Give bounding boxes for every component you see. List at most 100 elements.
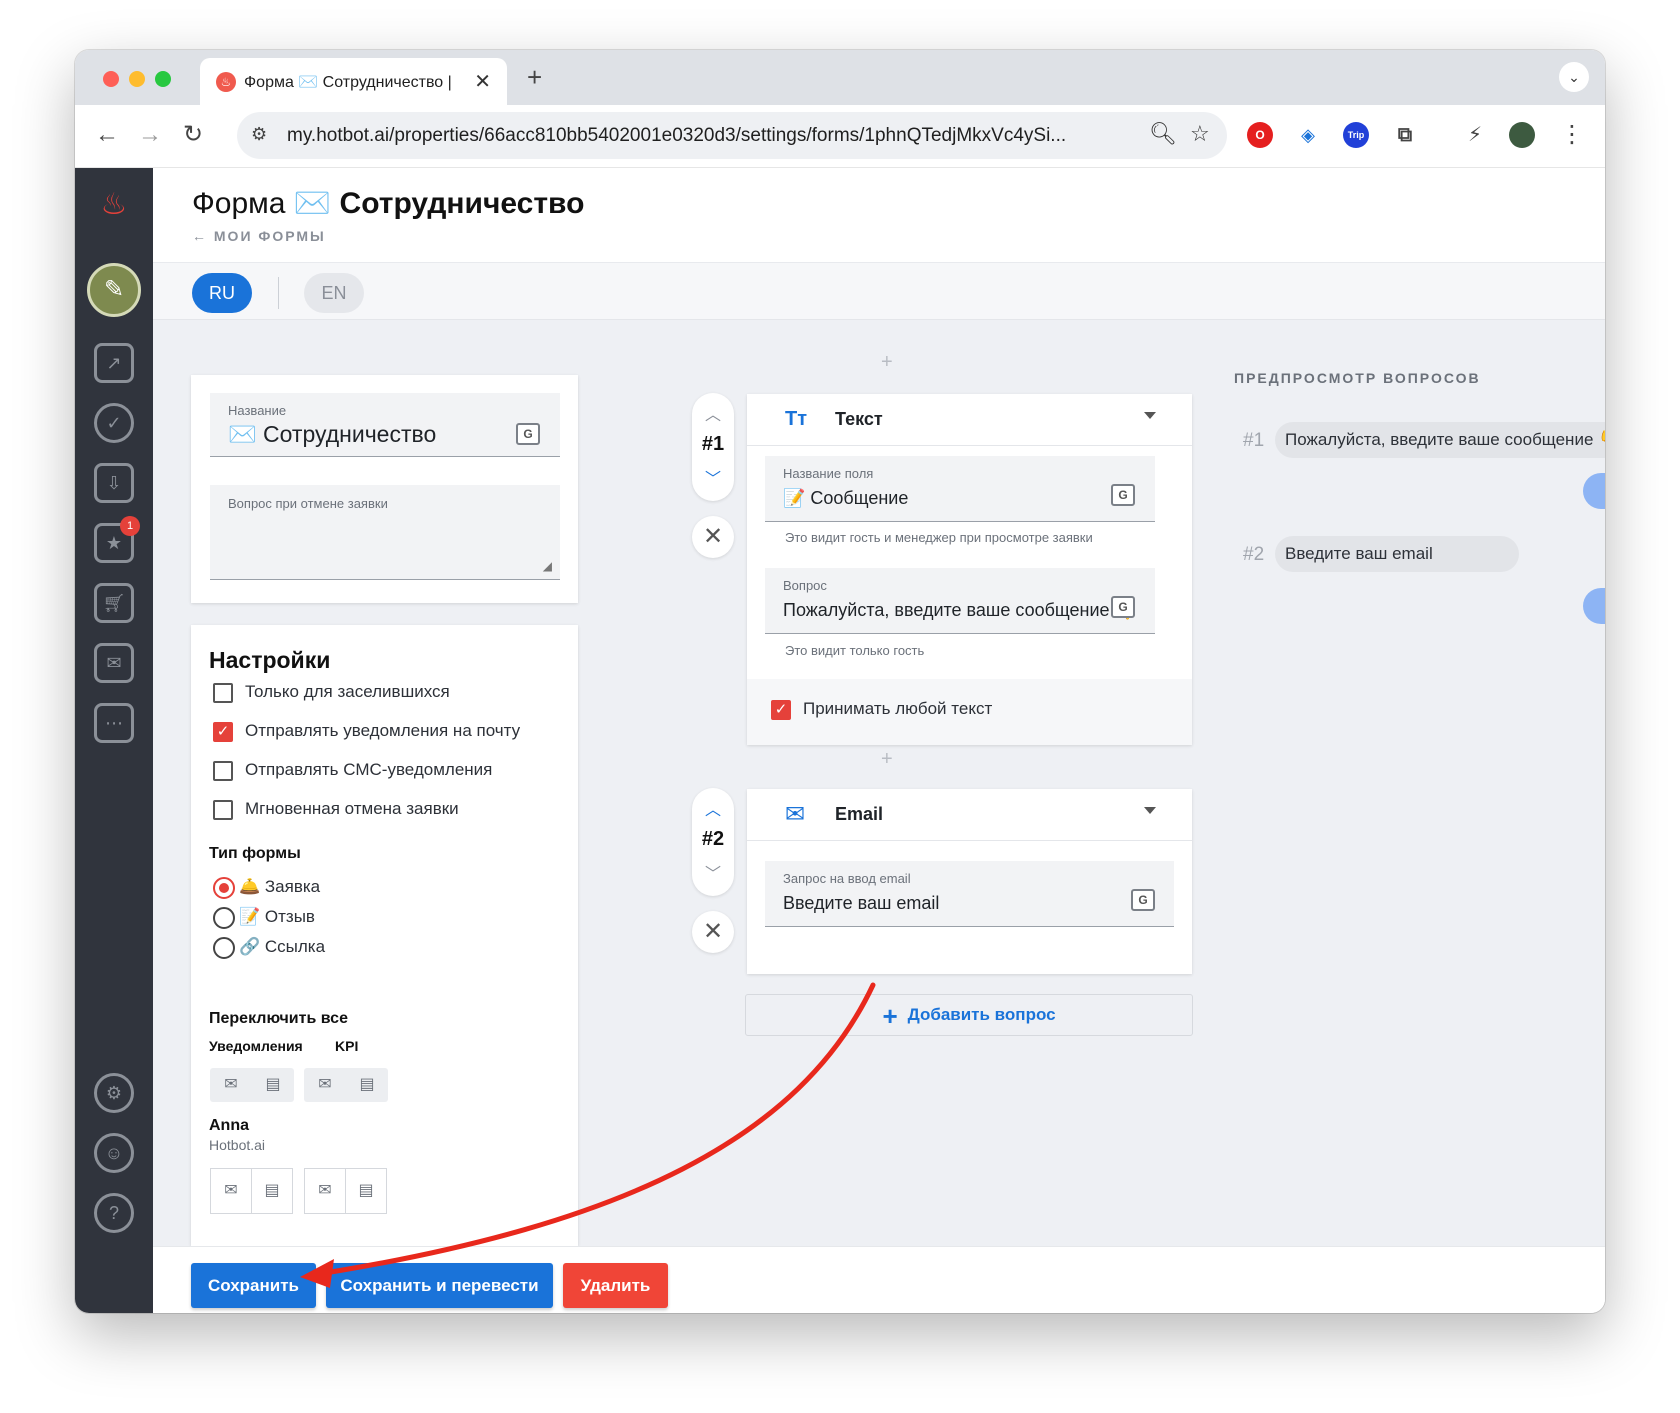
page-title-prefix: Форма ✉️ (192, 187, 332, 220)
opera-extension-icon[interactable]: O (1247, 122, 1273, 148)
dropdown-caret-icon[interactable] (1144, 412, 1156, 419)
question-1-order-control: ︿ #1 ﹀ (692, 393, 734, 501)
browser-tab[interactable]: ♨ Форма ✉️ Сотрудничество | ✕ (200, 58, 507, 105)
preview-more-button[interactable]: ⋯ (1583, 588, 1605, 624)
preview-more-button[interactable]: ⋯ (1583, 473, 1605, 509)
save-button[interactable]: Сохранить (191, 1263, 316, 1308)
dropdown-caret-icon[interactable] (1144, 807, 1156, 814)
checkbox-box-checked[interactable]: ✓ (213, 722, 233, 742)
chat-toggle-icon[interactable]: ▤ (348, 1072, 386, 1098)
inbox-icon[interactable]: ⇩ (94, 463, 134, 503)
insert-question-plus[interactable]: + (881, 748, 893, 771)
chat-toggle-icon[interactable]: ▤ (251, 1168, 293, 1214)
save-and-translate-button[interactable]: Сохранить и перевести (326, 1263, 553, 1308)
resize-handle-icon[interactable]: ◢ (543, 559, 552, 573)
back-icon[interactable]: ← (95, 121, 119, 149)
text-type-icon: Tт (785, 408, 808, 430)
user-notifications-toggles: ✉ ▤ (210, 1168, 294, 1214)
settings-gear-icon[interactable]: ⚙ (94, 1073, 134, 1113)
delete-form-button[interactable]: Удалить (563, 1263, 668, 1308)
mail-toggle-icon[interactable]: ✉ (304, 1168, 346, 1214)
preview-title: ПРЕДПРОСМОТР ВОПРОСОВ (1234, 370, 1481, 386)
tab-close-icon[interactable]: ✕ (474, 69, 491, 94)
question-text-value[interactable]: Пожалуйста, введите ваше сообщение 👇 (783, 600, 1137, 621)
user-name: Anna (209, 1117, 249, 1134)
email-prompt-input[interactable]: Запрос на ввод email Введите ваш email G (765, 861, 1174, 927)
browser-window: ♨ Форма ✉️ Сотрудничество | ✕ + ⌄ ← → ↻ … (75, 50, 1605, 1313)
plus-icon: + (882, 1000, 898, 1031)
chat-toggle-icon[interactable]: ▤ (345, 1168, 387, 1214)
delete-question-2-icon[interactable]: ✕ (692, 911, 734, 953)
help-icon[interactable]: ? (94, 1193, 134, 1233)
performance-icon[interactable]: ⚡︎ (1462, 122, 1488, 148)
question-type-header[interactable]: ✉ Email (747, 789, 1192, 841)
lang-divider (278, 277, 279, 309)
question-type-header[interactable]: Tт Текст (747, 394, 1192, 446)
lang-en-button[interactable]: EN (304, 273, 364, 313)
user-icon[interactable]: ☺ (94, 1133, 134, 1173)
radio-label: 🔗 Ссылка (239, 937, 326, 956)
extensions-puzzle-icon[interactable]: ⧉ (1392, 122, 1418, 148)
forward-icon[interactable]: → (138, 121, 162, 149)
radio-label: 📝 Отзыв (239, 907, 315, 926)
radio-button-selected[interactable] (213, 877, 235, 899)
new-tab-button[interactable]: + (527, 62, 542, 93)
form-name-label: Название (228, 403, 287, 418)
mail-toggle-icon[interactable]: ✉ (210, 1168, 252, 1214)
question-text-input[interactable]: Вопрос Пожалуйста, введите ваше сообщени… (765, 568, 1155, 634)
page-title-name: Сотрудничество (339, 187, 585, 220)
translate-icon[interactable]: G (516, 423, 540, 445)
translate-icon[interactable]: G (1111, 484, 1135, 506)
move-down-icon[interactable]: ﹀ (692, 465, 734, 489)
mail-toggle-icon[interactable]: ✉ (306, 1072, 344, 1098)
close-window-button[interactable] (103, 71, 119, 87)
lang-ru-button[interactable]: RU (192, 273, 252, 313)
analytics-icon[interactable]: ↗ (94, 343, 134, 383)
translate-icon[interactable]: G (1111, 596, 1135, 618)
footer-action-bar: Сохранить Сохранить и перевести Удалить (153, 1246, 1605, 1313)
tab-title: Форма ✉️ Сотрудничество | (244, 74, 452, 91)
translate-icon[interactable]: G (1131, 889, 1155, 911)
chat-icon[interactable]: ⋯ (94, 703, 134, 743)
move-down-icon[interactable]: ﹀ (692, 860, 734, 884)
form-name-field[interactable]: Название ✉️ Сотрудничество G (210, 393, 560, 457)
url-text[interactable]: my.hotbot.ai/properties/66acc810bb540200… (287, 125, 1066, 147)
insert-question-plus[interactable]: + (881, 351, 893, 374)
move-up-icon[interactable]: ︿ (692, 796, 734, 820)
site-settings-icon[interactable]: ⚙ (251, 124, 267, 145)
radio-button[interactable] (213, 907, 235, 929)
bookmark-star-icon[interactable]: ☆ (1190, 121, 1210, 147)
form-name-value[interactable]: ✉️ Сотрудничество (228, 421, 436, 448)
checkbox-box[interactable] (213, 761, 233, 781)
chat-toggle-icon[interactable]: ▤ (254, 1072, 292, 1098)
radio-button[interactable] (213, 937, 235, 959)
email-prompt-value[interactable]: Введите ваш email (783, 893, 939, 914)
browser-menu-icon[interactable]: ⋮ (1560, 121, 1584, 149)
cart-icon[interactable]: 🛒︎ (94, 583, 134, 623)
back-to-forms-link[interactable]: ← МОИ ФОРМЫ (192, 228, 326, 244)
checkbox-box[interactable] (213, 800, 233, 820)
tab-search-button[interactable]: ⌄ (1559, 62, 1589, 92)
check-icon[interactable]: ✓ (94, 403, 134, 443)
maximize-window-button[interactable] (155, 71, 171, 87)
zoom-icon[interactable]: 🔍︎ (1149, 121, 1177, 147)
address-bar[interactable]: ⚙ my.hotbot.ai/properties/66acc810bb5402… (237, 112, 1227, 159)
mail-send-icon[interactable]: ✉ (94, 643, 134, 683)
checkbox-box[interactable] (213, 683, 233, 703)
field-name-input[interactable]: Название поля 📝 Сообщение G (765, 456, 1155, 522)
move-up-icon[interactable]: ︿ (692, 401, 734, 425)
hotbot-logo-icon[interactable]: ♨ (94, 188, 134, 228)
checkbox-box-checked[interactable]: ✓ (771, 700, 791, 720)
user-kpi-toggles: ✉ ▤ (304, 1168, 388, 1214)
field-name-value[interactable]: 📝 Сообщение (783, 488, 908, 509)
add-question-button[interactable]: + Добавить вопрос (745, 994, 1193, 1036)
mail-toggle-icon[interactable]: ✉ (212, 1072, 250, 1098)
minimize-window-button[interactable] (129, 71, 145, 87)
tag-extension-icon[interactable]: ◈ (1295, 122, 1321, 148)
cancel-question-field[interactable]: Вопрос при отмене заявки ◢ (210, 485, 560, 580)
property-avatar[interactable]: ✎ (87, 263, 141, 317)
delete-question-1-icon[interactable]: ✕ (692, 516, 734, 558)
reload-icon[interactable]: ↻ (183, 121, 203, 149)
profile-avatar[interactable] (1509, 122, 1535, 148)
trip-extension-icon[interactable]: Trip (1343, 122, 1369, 148)
